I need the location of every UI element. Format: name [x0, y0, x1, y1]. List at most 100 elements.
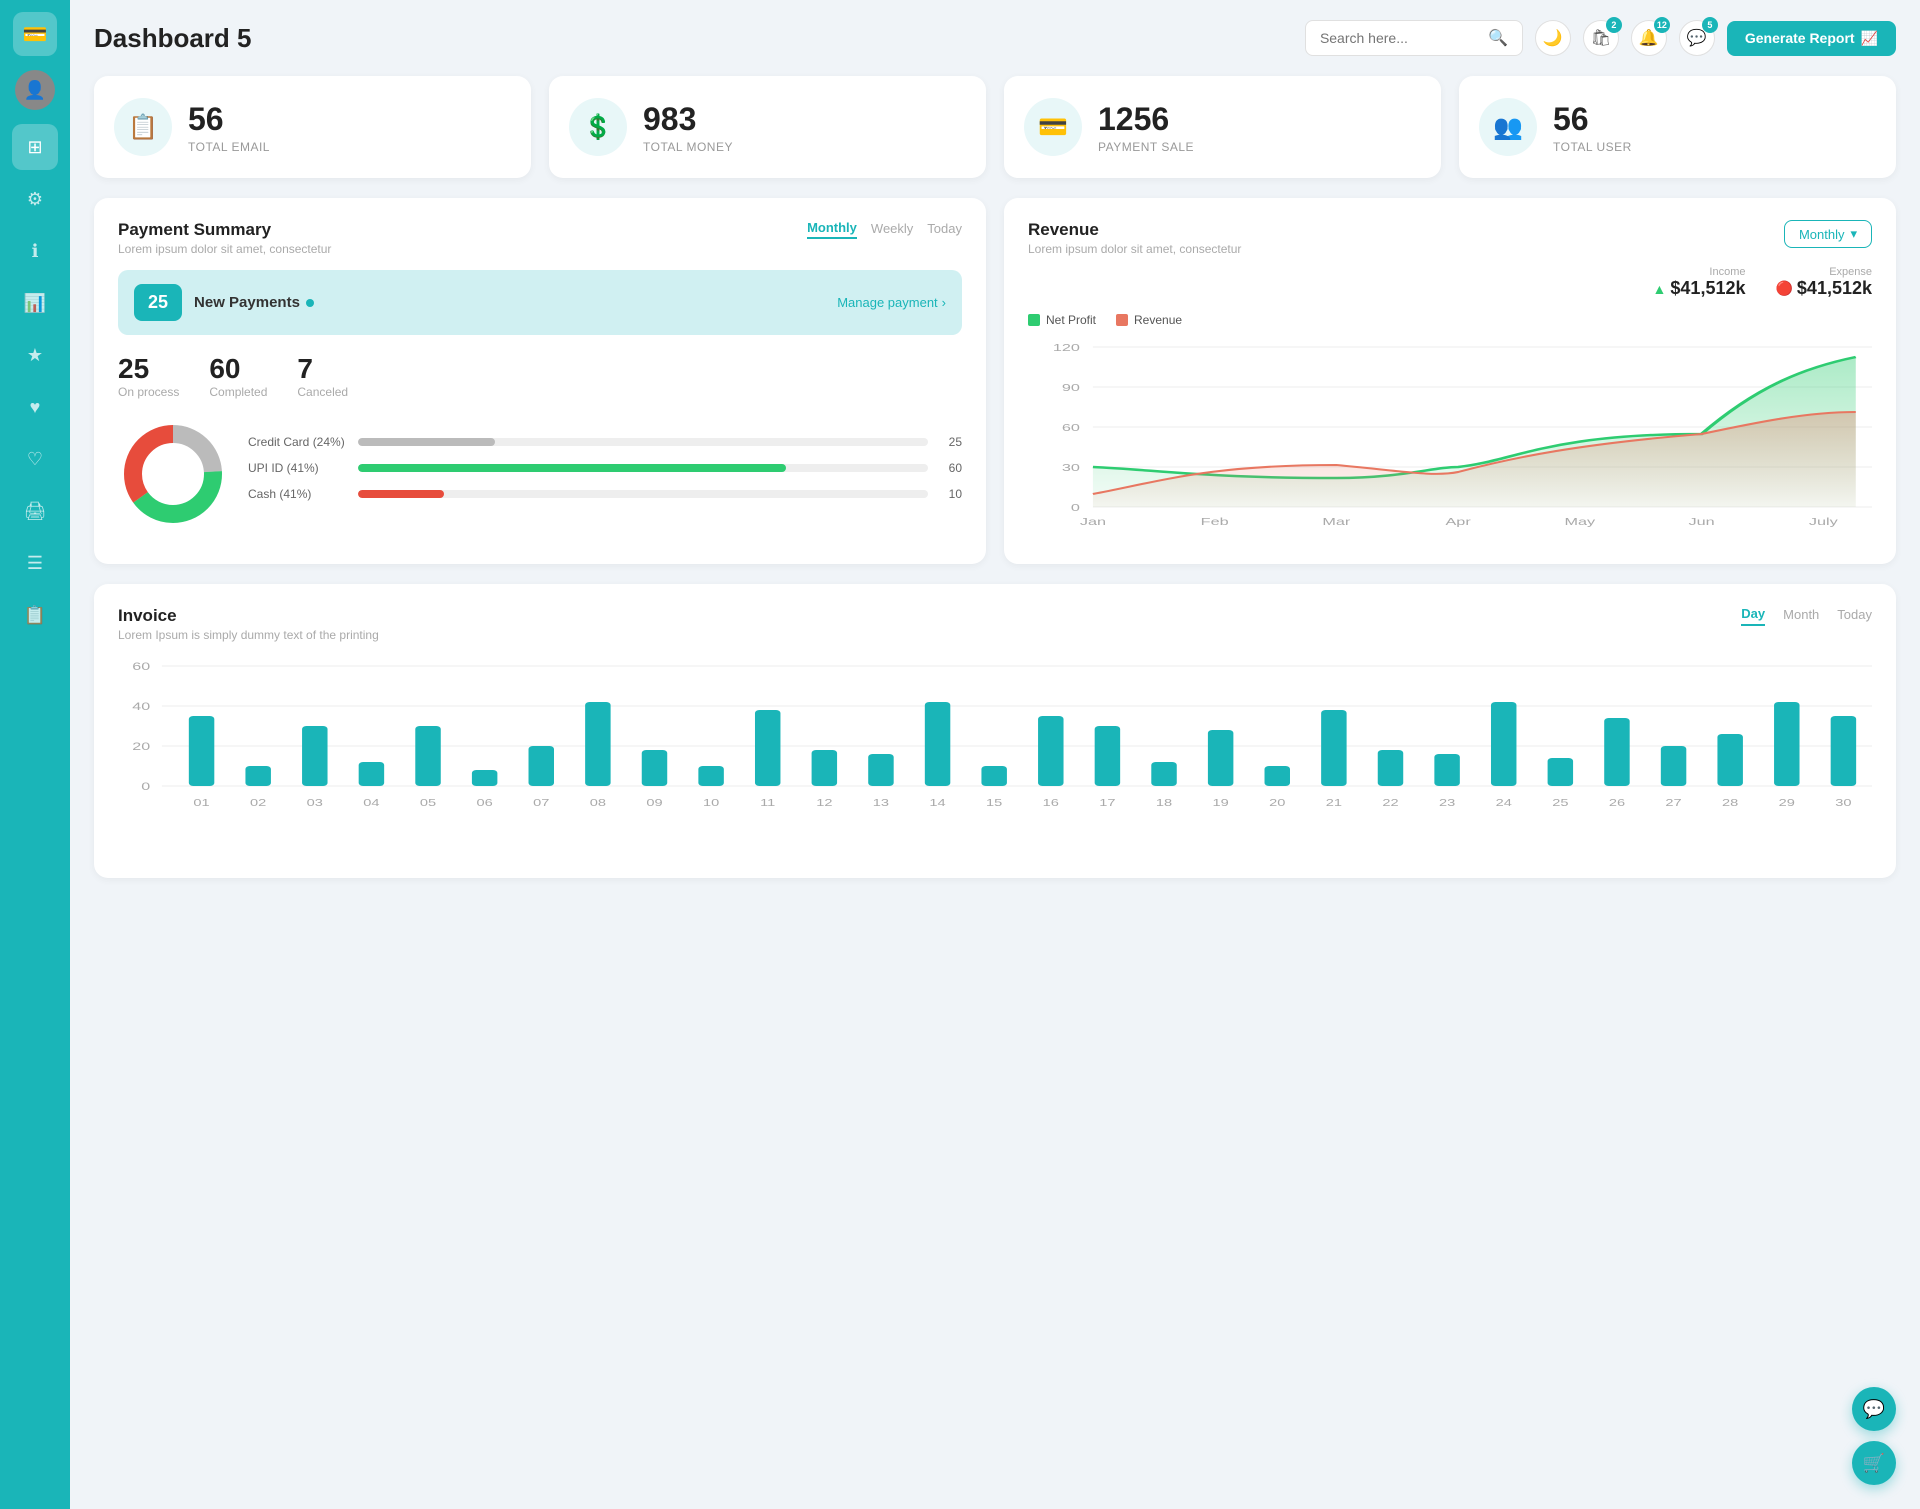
stat-value: 56: [188, 101, 270, 138]
svg-text:19: 19: [1213, 797, 1229, 808]
stat-value: 1256: [1098, 101, 1194, 138]
svg-text:21: 21: [1326, 797, 1342, 808]
svg-text:28: 28: [1722, 797, 1738, 808]
sidebar-avatar: 👤: [15, 70, 55, 110]
svg-text:26: 26: [1609, 797, 1625, 808]
fab-chat[interactable]: 💬: [1852, 1387, 1896, 1431]
chart-icon: 📈: [1861, 30, 1878, 47]
invoice-tab-month[interactable]: Month: [1783, 606, 1819, 626]
main-content: Dashboard 5 🔍 🌙 🛍 2 🔔 12 💬 5 Generate Re…: [70, 0, 1920, 1509]
sidebar-item-list[interactable]: 📋: [12, 592, 58, 638]
legend-revenue: Revenue: [1116, 313, 1182, 327]
progress-cash: Cash (41%) 10: [248, 487, 962, 501]
progress-fill: [358, 464, 786, 472]
svg-text:22: 22: [1382, 797, 1398, 808]
payment-bottom: Credit Card (24%) 25 UPI ID (41%) 60: [118, 419, 962, 529]
svg-text:Mar: Mar: [1322, 516, 1351, 527]
sidebar-item-print[interactable]: 🖨: [12, 488, 58, 534]
bell-button[interactable]: 🔔 12: [1631, 20, 1667, 56]
stat-icon: 📋: [114, 98, 172, 156]
stat-icon: 💲: [569, 98, 627, 156]
search-input[interactable]: [1320, 30, 1480, 46]
svg-text:20: 20: [132, 740, 150, 752]
invoice-title: Invoice: [118, 606, 379, 626]
new-payments-count: 25: [134, 284, 182, 321]
search-box: 🔍: [1305, 20, 1523, 56]
progress-track: [358, 464, 928, 472]
progress-credit-card: Credit Card (24%) 25: [248, 435, 962, 449]
invoice-tab-today[interactable]: Today: [1837, 606, 1872, 626]
stat-value: 983: [643, 101, 733, 138]
sidebar-item-info[interactable]: ℹ: [12, 228, 58, 274]
header: Dashboard 5 🔍 🌙 🛍 2 🔔 12 💬 5 Generate Re…: [94, 20, 1896, 56]
income-icon: ▲: [1653, 281, 1667, 297]
revenue-period-label: Monthly: [1799, 227, 1845, 242]
chevron-down-icon: ▾: [1850, 226, 1857, 242]
stat-label: PAYMENT SALE: [1098, 140, 1194, 154]
manage-payment-link[interactable]: Manage payment ›: [837, 295, 946, 310]
new-payments-left: 25 New Payments: [134, 284, 314, 321]
stat-label: TOTAL EMAIL: [188, 140, 270, 154]
stat-card-2: 💳 1256 PAYMENT SALE: [1004, 76, 1441, 178]
svg-text:29: 29: [1779, 797, 1795, 808]
stat-card-3: 👥 56 TOTAL USER: [1459, 76, 1896, 178]
fab-cart[interactable]: 🛒: [1852, 1441, 1896, 1485]
revenue-period-button[interactable]: Monthly ▾: [1784, 220, 1872, 248]
stat-canceled: 7 Canceled: [297, 353, 348, 399]
tab-today[interactable]: Today: [927, 220, 962, 239]
stat-info: 56 TOTAL USER: [1553, 101, 1632, 154]
invoice-subtitle: Lorem Ipsum is simply dummy text of the …: [118, 628, 379, 642]
svg-text:16: 16: [1043, 797, 1059, 808]
sidebar-item-heart2[interactable]: ♡: [12, 436, 58, 482]
svg-text:05: 05: [420, 797, 436, 808]
svg-text:30: 30: [1062, 462, 1080, 473]
invoice-titles: Invoice Lorem Ipsum is simply dummy text…: [118, 606, 379, 642]
svg-text:0: 0: [141, 780, 150, 792]
svg-text:24: 24: [1496, 797, 1512, 808]
stat-icon: 💳: [1024, 98, 1082, 156]
sidebar-item-analytics[interactable]: 📊: [12, 280, 58, 326]
chat-button[interactable]: 💬 5: [1679, 20, 1715, 56]
sidebar-item-menu[interactable]: ☰: [12, 540, 58, 586]
progress-upi: UPI ID (41%) 60: [248, 461, 962, 475]
svg-text:08: 08: [590, 797, 606, 808]
new-payments-bar: 25 New Payments Manage payment ›: [118, 270, 962, 335]
svg-text:12: 12: [816, 797, 832, 808]
new-payments-dot: [306, 299, 314, 307]
sidebar-item-dashboard[interactable]: ⊞: [12, 124, 58, 170]
invoice-tabs: Day Month Today: [1741, 606, 1872, 626]
legend-dot-net-profit: [1028, 314, 1040, 326]
payment-summary-titles: Payment Summary Lorem ipsum dolor sit am…: [118, 220, 331, 256]
sidebar-item-heart[interactable]: ♥: [12, 384, 58, 430]
tab-monthly[interactable]: Monthly: [807, 220, 857, 239]
stat-card-1: 💲 983 TOTAL MONEY: [549, 76, 986, 178]
svg-text:23: 23: [1439, 797, 1455, 808]
tab-weekly[interactable]: Weekly: [871, 220, 913, 239]
chart-legend: Net Profit Revenue: [1028, 313, 1872, 327]
page-title: Dashboard 5: [94, 23, 252, 54]
svg-text:0: 0: [1071, 502, 1080, 513]
revenue-card: Revenue Lorem ipsum dolor sit amet, cons…: [1004, 198, 1896, 564]
theme-toggle-button[interactable]: 🌙: [1535, 20, 1571, 56]
svg-text:14: 14: [929, 797, 945, 808]
income-value: $41,512k: [1670, 278, 1745, 299]
svg-text:15: 15: [986, 797, 1002, 808]
floating-buttons: 💬 🛒: [1852, 1387, 1896, 1485]
svg-text:May: May: [1565, 516, 1596, 527]
stat-completed: 60 Completed: [209, 353, 267, 399]
cart-button[interactable]: 🛍 2: [1583, 20, 1619, 56]
invoice-header: Invoice Lorem Ipsum is simply dummy text…: [118, 606, 1872, 642]
invoice-tab-day[interactable]: Day: [1741, 606, 1765, 626]
sidebar-item-star[interactable]: ★: [12, 332, 58, 378]
svg-text:July: July: [1809, 516, 1838, 527]
generate-report-button[interactable]: Generate Report 📈: [1727, 21, 1896, 56]
sidebar-item-settings[interactable]: ⚙: [12, 176, 58, 222]
svg-text:01: 01: [193, 797, 209, 808]
bell-badge: 12: [1654, 17, 1670, 33]
payment-summary-header: Payment Summary Lorem ipsum dolor sit am…: [118, 220, 962, 256]
stat-on-process: 25 On process: [118, 353, 179, 399]
new-payments-label: New Payments: [194, 294, 314, 311]
svg-text:03: 03: [307, 797, 323, 808]
invoice-bar-chart: 60 40 20 0 01020304050607080910111213141…: [118, 656, 1872, 856]
revenue-titles: Revenue Lorem ipsum dolor sit amet, cons…: [1028, 220, 1241, 256]
